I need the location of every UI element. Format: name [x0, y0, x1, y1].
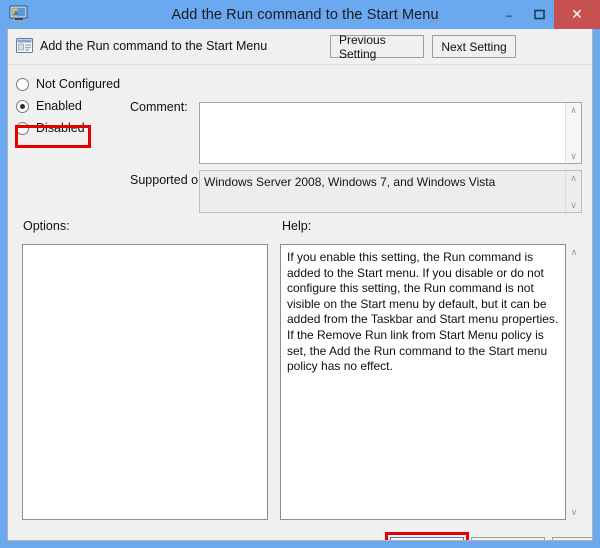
title-bar: Add the Run command to the Start Menu – …: [7, 0, 600, 29]
radio-enabled-label: Enabled: [36, 99, 82, 113]
comment-field[interactable]: ∧ ∨: [199, 102, 582, 164]
help-panel-wrapper: If you enable this setting, the Run comm…: [280, 244, 582, 520]
supported-on-label: Supported on:: [130, 173, 209, 187]
window-computer-icon: [9, 4, 29, 23]
minimize-button[interactable]: –: [494, 0, 524, 29]
next-setting-button[interactable]: Next Setting: [432, 35, 516, 58]
scroll-up-icon[interactable]: ∧: [570, 105, 577, 115]
maximize-button[interactable]: [524, 0, 554, 29]
scroll-down-icon[interactable]: ∨: [570, 200, 577, 210]
radio-not-configured-label: Not Configured: [36, 77, 121, 91]
scroll-down-icon[interactable]: ∨: [571, 507, 578, 517]
policy-setting-icon: [16, 37, 34, 55]
radio-enabled[interactable]: Enabled: [16, 95, 126, 117]
radio-disabled-icon: [16, 121, 29, 135]
help-text: If you enable this setting, the Run comm…: [280, 244, 566, 520]
supported-on-scrollbar[interactable]: ∧ ∨: [565, 171, 581, 212]
dialog-client-area: Add the Run command to the Start Menu Pr…: [7, 29, 593, 541]
radio-enabled-icon: [16, 99, 29, 113]
help-label: Help:: [282, 219, 312, 233]
previous-setting-button[interactable]: Previous Setting: [330, 33, 424, 61]
apply-button[interactable]: Apply: [552, 537, 592, 540]
comment-input[interactable]: [200, 103, 565, 163]
maximize-icon: [533, 9, 545, 20]
scroll-down-icon[interactable]: ∨: [570, 151, 577, 161]
help-scrollbar[interactable]: ∧ ∨: [566, 244, 582, 520]
scroll-up-icon[interactable]: ∧: [570, 173, 577, 183]
close-button[interactable]: ✕: [554, 0, 600, 29]
cancel-button[interactable]: Cancel: [471, 537, 545, 540]
setting-name: Add the Run command to the Start Menu: [40, 39, 268, 53]
radio-disabled[interactable]: Disabled: [16, 117, 126, 139]
scroll-up-icon[interactable]: ∧: [571, 247, 578, 257]
radio-not-configured-icon: [16, 77, 29, 91]
options-label: Options:: [23, 219, 70, 233]
radio-not-configured[interactable]: Not Configured: [16, 73, 126, 95]
group-policy-setting-window: Add the Run command to the Start Menu – …: [0, 0, 600, 548]
supported-on-value: Windows Server 2008, Windows 7, and Wind…: [204, 175, 496, 189]
ok-button[interactable]: OK: [390, 537, 464, 540]
comment-scrollbar[interactable]: ∧ ∨: [565, 103, 581, 163]
setting-header: Add the Run command to the Start Menu Pr…: [8, 29, 592, 65]
window-controls: – ✕: [494, 0, 600, 29]
comment-label: Comment:: [130, 100, 188, 114]
options-panel[interactable]: [22, 244, 268, 520]
policy-state-radio-group: Not Configured Enabled Disabled: [16, 73, 126, 139]
supported-on-field: Windows Server 2008, Windows 7, and Wind…: [199, 170, 582, 213]
radio-disabled-label: Disabled: [36, 121, 85, 135]
